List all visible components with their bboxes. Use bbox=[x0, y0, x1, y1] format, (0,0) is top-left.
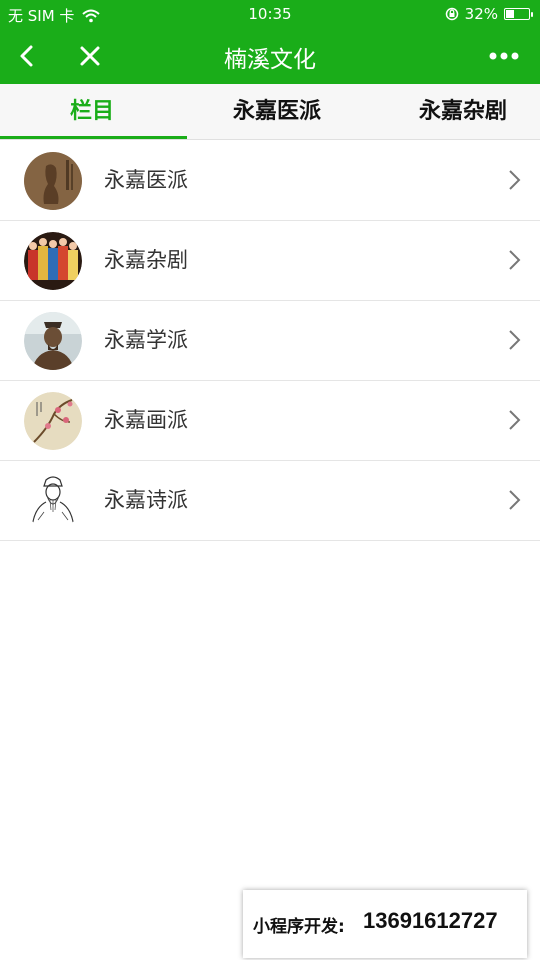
tab-yongjia-opera[interactable]: 永嘉杂剧 bbox=[419, 84, 507, 140]
list-item-label: 永嘉画派 bbox=[104, 408, 188, 432]
list-item[interactable]: 永嘉诗派 bbox=[0, 461, 540, 541]
chevron-right-icon bbox=[509, 330, 521, 350]
list-item[interactable]: 永嘉杂剧 bbox=[0, 221, 540, 301]
chevron-right-icon bbox=[509, 410, 521, 430]
tab-columns[interactable]: 栏目 bbox=[70, 84, 114, 140]
chevron-right-icon bbox=[509, 170, 521, 190]
thumbnail-opera-performers bbox=[24, 232, 82, 290]
thumbnail-flower-bird-painting bbox=[24, 392, 82, 450]
watermark-phone: 13691612727 bbox=[363, 908, 498, 933]
list-item[interactable]: 永嘉画派 bbox=[0, 381, 540, 461]
status-bar: 无 SIM 卡 10:35 32% bbox=[0, 0, 540, 28]
tab-yongjia-medicine[interactable]: 永嘉医派 bbox=[233, 84, 321, 140]
rotation-lock-icon bbox=[445, 7, 458, 21]
list-item-label: 永嘉学派 bbox=[104, 328, 188, 352]
battery-icon bbox=[504, 8, 533, 20]
thumbnail-ancient-painting bbox=[24, 152, 82, 210]
thumbnail-bronze-bust bbox=[24, 312, 82, 370]
list-item-label: 永嘉医派 bbox=[104, 168, 188, 192]
nav-bar: 楠溪文化 bbox=[0, 28, 540, 84]
tab-bar: 栏目 永嘉医派 永嘉杂剧 bbox=[0, 84, 540, 140]
thumbnail-scholar-sketch bbox=[24, 472, 82, 530]
more-icon[interactable] bbox=[488, 46, 520, 66]
tab-indicator bbox=[0, 136, 187, 139]
list-item-label: 永嘉杂剧 bbox=[104, 248, 188, 272]
chevron-right-icon bbox=[509, 250, 521, 270]
watermark-label: 小程序开发: bbox=[253, 917, 345, 937]
category-list: 永嘉医派 永嘉杂剧 永嘉学派 永嘉画派 永嘉诗派 bbox=[0, 141, 540, 541]
battery-percent: 32% bbox=[464, 5, 498, 23]
page-title: 楠溪文化 bbox=[224, 47, 316, 73]
developer-watermark: 小程序开发: 13691612727 bbox=[243, 890, 527, 958]
list-item-label: 永嘉诗派 bbox=[104, 488, 188, 512]
status-right: 32% bbox=[445, 5, 533, 23]
list-item[interactable]: 永嘉学派 bbox=[0, 301, 540, 381]
battery-fill bbox=[506, 10, 514, 18]
list-item[interactable]: 永嘉医派 bbox=[0, 141, 540, 221]
chevron-right-icon bbox=[509, 490, 521, 510]
